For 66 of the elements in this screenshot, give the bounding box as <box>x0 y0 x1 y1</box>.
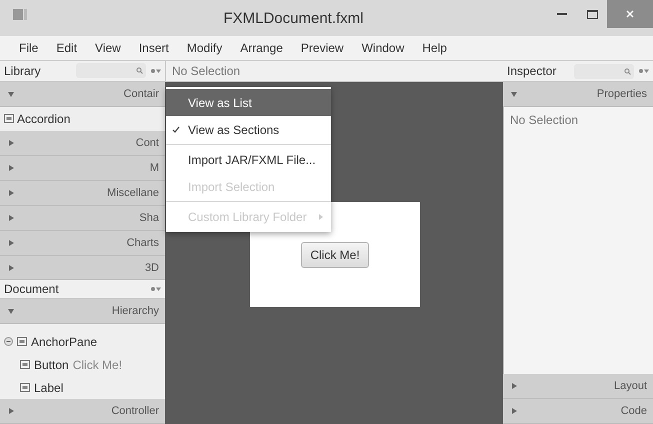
options-icon[interactable] <box>150 68 161 74</box>
menu-item[interactable]: View <box>86 41 130 55</box>
menu-item[interactable]: Insert <box>130 41 178 55</box>
section-header[interactable]: 3D <box>0 256 165 280</box>
section-header[interactable]: Charts <box>0 230 165 256</box>
tree-item[interactable]: Label <box>34 380 64 395</box>
menu-item[interactable]: Edit <box>47 41 86 55</box>
collapsed-arrow-icon <box>511 383 517 389</box>
collapsed-arrow-icon <box>8 408 14 414</box>
section-header[interactable]: M <box>0 156 165 182</box>
app-icon <box>13 8 27 20</box>
expanded-arrow-icon <box>511 91 517 97</box>
click-me-button[interactable]: Click Me! <box>301 242 369 268</box>
panel-title: Library <box>4 64 42 78</box>
search-icon <box>624 68 631 74</box>
expanded-arrow-icon <box>8 308 14 314</box>
tree-item[interactable]: AnchorPane <box>31 334 98 349</box>
window-title: FXMLDocument.fxml <box>222 10 365 26</box>
menu-item[interactable]: Modify <box>178 41 232 55</box>
collapsed-arrow-icon <box>8 214 14 221</box>
menu-item[interactable]: Arrange <box>231 41 292 55</box>
node-icon <box>20 383 30 392</box>
options-icon[interactable] <box>150 286 161 292</box>
node-icon <box>20 360 30 370</box>
collapse-icon[interactable] <box>4 337 13 346</box>
tree-item[interactable]: Button <box>34 358 69 372</box>
section-header[interactable]: Contair <box>0 82 165 107</box>
section-header[interactable]: Code <box>503 399 653 424</box>
panel-title: Inspector <box>507 64 558 78</box>
section-header[interactable]: Sha <box>0 206 165 231</box>
search-icon <box>136 67 143 74</box>
search-field[interactable] <box>76 63 146 78</box>
expanded-arrow-icon <box>8 90 14 97</box>
tree-item-detail: Click Me! <box>72 358 122 372</box>
menu-item[interactable]: Preview <box>292 41 353 55</box>
menu-item[interactable]: File <box>10 41 48 55</box>
collapsed-arrow-icon <box>8 140 14 146</box>
section-header[interactable]: Controller <box>0 399 165 424</box>
menu-option[interactable]: View as Sections <box>166 116 331 143</box>
collapsed-arrow-icon <box>8 240 14 246</box>
component-icon <box>4 114 14 124</box>
menu-item[interactable]: Help <box>413 41 456 55</box>
maximize-icon[interactable] <box>586 10 598 18</box>
search-field[interactable] <box>574 64 634 78</box>
section-header[interactable]: Layout <box>503 374 653 399</box>
collapsed-arrow-icon <box>8 190 14 196</box>
check-icon <box>172 126 180 133</box>
section-header[interactable]: Miscellane <box>0 181 165 206</box>
submenu-arrow-icon <box>319 214 323 220</box>
section-header[interactable]: Cont <box>0 132 165 156</box>
inspector-message: No Selection <box>510 113 578 127</box>
collapsed-arrow-icon <box>511 408 517 414</box>
section-header[interactable]: Hierarchy <box>0 299 165 324</box>
menu-item[interactable]: Window <box>352 41 414 55</box>
close-icon <box>626 10 634 18</box>
panel-title: Document <box>4 282 60 296</box>
options-icon[interactable] <box>638 68 649 74</box>
breadcrumb: No Selection <box>172 64 240 78</box>
node-icon <box>17 337 27 346</box>
library-item[interactable]: Accordion <box>17 112 70 126</box>
collapsed-arrow-icon <box>8 165 14 172</box>
section-header[interactable]: Properties <box>503 82 653 107</box>
menu-option[interactable]: View as List <box>166 89 331 116</box>
collapsed-arrow-icon <box>8 264 14 271</box>
menu-option[interactable]: Import JAR/FXML File... <box>166 146 331 173</box>
close-button[interactable] <box>607 0 653 28</box>
